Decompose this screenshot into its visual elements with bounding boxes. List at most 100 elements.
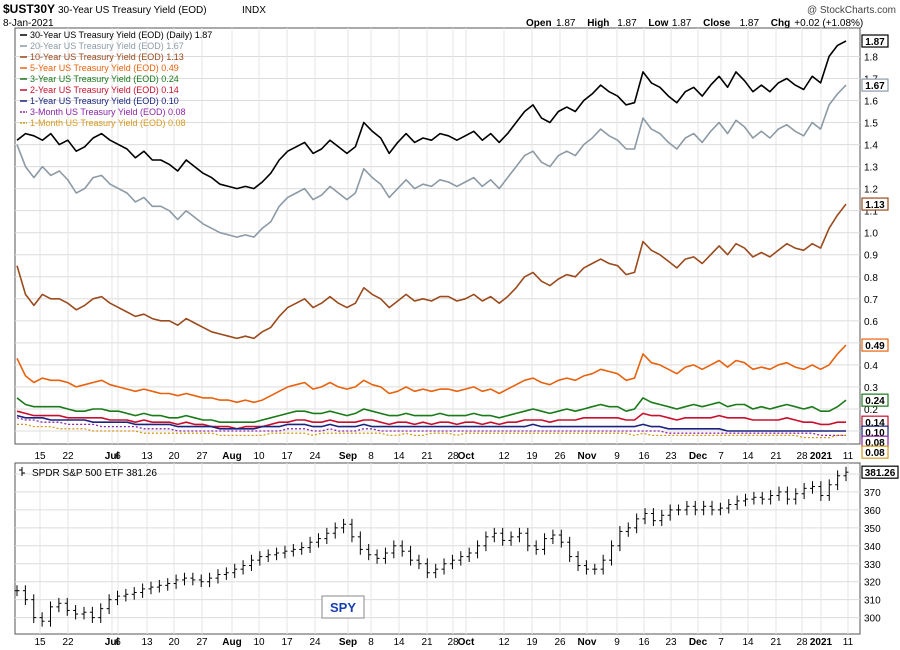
symbol-description: 30-Year US Treasury Yield (EOD) bbox=[58, 5, 207, 16]
yield-tick-label: 1.6 bbox=[864, 97, 878, 108]
yield-x-label: 16 bbox=[638, 451, 650, 462]
yield-x-label: 11 bbox=[843, 451, 854, 462]
spy-x-label: 7 bbox=[718, 637, 724, 648]
yield-x-label: Nov bbox=[578, 451, 597, 462]
spy-x-axis: 15 22 Jul6 13 20 27 Aug 10 17 24 Sep 8 14 21 28 Oct 12 19… bbox=[34, 637, 853, 648]
spy-x-label: 8 bbox=[368, 637, 374, 648]
yield-x-label: 27 bbox=[196, 451, 208, 462]
yield-x-label: 15 bbox=[34, 451, 46, 462]
yield-x-label: Sep bbox=[339, 451, 357, 462]
yield-badge-text-2: 1.13 bbox=[865, 200, 885, 211]
spy-symbol-text: SPY bbox=[330, 600, 356, 615]
yield-x-label: 19 bbox=[526, 451, 538, 462]
yield-x-label: 21 bbox=[421, 451, 433, 462]
spy-x-label: 17 bbox=[281, 637, 293, 648]
spy-y-axis: 300 310 320 330 340 350 360 370 bbox=[864, 488, 881, 625]
spy-x-label: 14 bbox=[393, 637, 405, 648]
spy-x-label: Sep bbox=[339, 637, 357, 648]
spy-tick-label: 360 bbox=[864, 506, 881, 517]
spy-x-label: 16 bbox=[638, 637, 650, 648]
spy-x-label: 13 bbox=[141, 637, 153, 648]
ohlc-value-1: 1.87 bbox=[617, 18, 637, 29]
yield-x-label: 2021 bbox=[810, 451, 833, 462]
spy-tick-label: 370 bbox=[864, 488, 881, 499]
yield-badge-text-4: 0.24 bbox=[865, 396, 885, 407]
spy-tick-label: 330 bbox=[864, 560, 881, 571]
yield-x-label: Oct bbox=[458, 451, 475, 462]
yield-x-label: 14 bbox=[742, 451, 754, 462]
yield-x-label: 23 bbox=[665, 451, 677, 462]
yield-x-axis: 15 22 Jul6 13 20 27 Aug 10 17 24 Sep 8 14 21 28 Oct 12 19… bbox=[34, 451, 853, 462]
ohlc-value-0: 1.87 bbox=[556, 18, 576, 29]
ohlc-readout: Open 1.87 High 1.87 Low 1.87 Close 1.87 Chg +0.02… bbox=[526, 18, 863, 29]
spy-x-label: 6 bbox=[115, 637, 121, 648]
spy-tick-label: 320 bbox=[864, 578, 881, 589]
legend-label-7: 3-Month US Treasury Yield (EOD) 0.08 bbox=[30, 107, 186, 117]
spy-tick-label: 340 bbox=[864, 542, 881, 553]
spy-badge-text: 381.26 bbox=[865, 468, 896, 479]
yield-y-axis: 0.10.20.30.40.50.60.70.80.91.01.11.21.31… bbox=[864, 52, 878, 438]
spy-x-label: 20 bbox=[168, 637, 180, 648]
symbol-label: $UST30Y bbox=[3, 2, 55, 16]
yield-tick-label: 1.8 bbox=[864, 52, 878, 63]
ohlc-label-4: Chg bbox=[771, 18, 790, 29]
legend-label-0: 30-Year US Treasury Yield (EOD) (Daily) … bbox=[30, 30, 212, 40]
yield-badge-text-1: 1.67 bbox=[865, 81, 885, 92]
spy-tick-label: 310 bbox=[864, 596, 881, 607]
yield-tick-label: 0.7 bbox=[864, 295, 878, 306]
yield-x-label: 14 bbox=[393, 451, 405, 462]
yield-tick-label: 0.3 bbox=[864, 383, 878, 394]
ohlc-label-2: Low bbox=[648, 18, 668, 29]
spy-tick-label: 350 bbox=[864, 524, 881, 535]
legend-label-4: 3-Year US Treasury Yield (EOD) 0.24 bbox=[30, 74, 179, 84]
yield-tick-label: 1.2 bbox=[864, 185, 878, 196]
spy-tick-label: 300 bbox=[864, 614, 881, 625]
spy-x-label: 21 bbox=[421, 637, 433, 648]
yield-tick-label: 1.4 bbox=[864, 141, 878, 152]
yield-x-label: 9 bbox=[614, 451, 620, 462]
spy-x-label: 24 bbox=[309, 637, 321, 648]
spy-x-label: 10 bbox=[253, 637, 265, 648]
ohlc-value-4: +0.02 (+1.08%) bbox=[794, 18, 863, 29]
spy-panel-frame bbox=[14, 462, 861, 635]
ohlc-value-2: 1.87 bbox=[672, 18, 692, 29]
spy-x-label: 19 bbox=[526, 637, 538, 648]
legend-label-5: 2-Year US Treasury Yield (EOD) 0.14 bbox=[30, 85, 179, 95]
yield-x-label: 24 bbox=[309, 451, 321, 462]
legend-label-6: 1-Year US Treasury Yield (EOD) 0.10 bbox=[30, 96, 179, 106]
spy-x-label: Nov bbox=[578, 637, 597, 648]
legend-label-2: 10-Year US Treasury Yield (EOD) 1.13 bbox=[30, 52, 184, 62]
yield-x-label: Aug bbox=[222, 451, 241, 462]
spy-x-label: 22 bbox=[62, 637, 74, 648]
spy-x-label: 23 bbox=[665, 637, 677, 648]
yield-x-label: 7 bbox=[718, 451, 724, 462]
yield-x-label: 26 bbox=[554, 451, 566, 462]
spy-x-label: 11 bbox=[843, 637, 854, 648]
spy-x-label: Dec bbox=[689, 637, 708, 648]
watermark: @ StockCharts.com bbox=[807, 5, 896, 16]
spy-title: SPDR S&P 500 ETF 381.26 bbox=[32, 468, 157, 479]
yield-x-label: 8 bbox=[368, 451, 374, 462]
yield-tick-label: 1.5 bbox=[864, 119, 878, 130]
spy-x-label: Oct bbox=[458, 637, 475, 648]
yield-x-label: 20 bbox=[168, 451, 180, 462]
spy-x-label: 26 bbox=[554, 637, 566, 648]
yield-badge-text-3: 0.49 bbox=[865, 341, 885, 352]
yield-tick-label: 1.0 bbox=[864, 229, 878, 240]
yield-x-label: 22 bbox=[62, 451, 74, 462]
yield-x-label: 6 bbox=[115, 451, 121, 462]
yield-tick-label: 0.4 bbox=[864, 361, 878, 372]
yield-badge-text-0: 1.87 bbox=[865, 37, 885, 48]
yield-tick-label: 0.9 bbox=[864, 251, 878, 262]
yield-badge-text-8: 0.08 bbox=[865, 448, 885, 459]
yield-x-label: Dec bbox=[689, 451, 708, 462]
spy-x-label: 12 bbox=[498, 637, 510, 648]
yield-x-label: 13 bbox=[141, 451, 153, 462]
spy-x-label: 28 bbox=[796, 637, 808, 648]
ohlc-value-3: 1.87 bbox=[740, 18, 760, 29]
ohlc-label-1: High bbox=[587, 18, 609, 29]
yield-x-label: 28 bbox=[796, 451, 808, 462]
spy-x-label: 9 bbox=[614, 637, 620, 648]
yield-x-label: 21 bbox=[770, 451, 782, 462]
yield-tick-label: 0.8 bbox=[864, 273, 878, 284]
